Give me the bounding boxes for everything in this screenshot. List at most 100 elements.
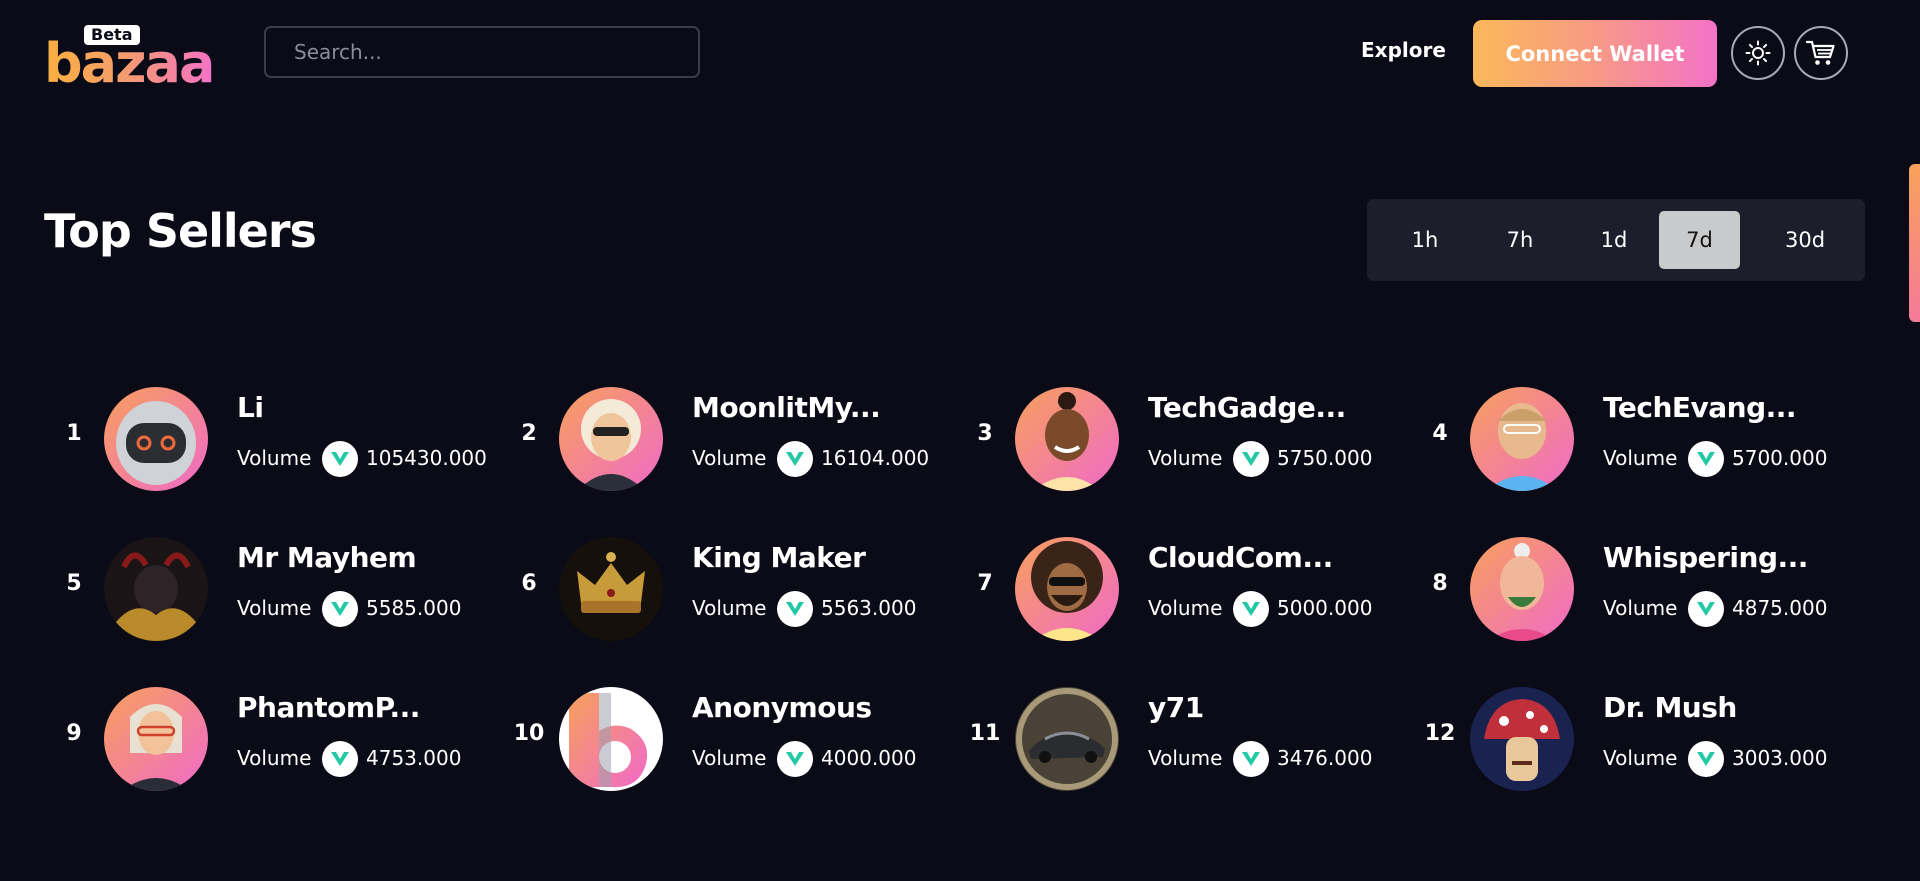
seller-card[interactable]: 1 Li Volume 105430.000 — [44, 385, 487, 495]
seller-name: y71 — [1148, 691, 1204, 724]
volume-label: Volume — [237, 746, 312, 770]
volume-label: Volume — [692, 596, 767, 620]
seller-rank: 6 — [521, 571, 537, 596]
seller-card[interactable]: 2 MoonlitMy... Volume 16104.000 — [499, 385, 939, 495]
seller-name: PhantomP... — [237, 691, 420, 724]
seller-name: CloudCom... — [1148, 541, 1333, 574]
seller-rank: 2 — [521, 421, 537, 446]
seller-card[interactable]: 10 Anonymous Volume 4000.000 — [499, 685, 939, 795]
filter-tab-30d[interactable]: 30d — [1755, 211, 1855, 269]
seller-rank: 9 — [66, 721, 82, 746]
filter-tab-7d[interactable]: 7d — [1659, 211, 1740, 269]
volume-label: Volume — [237, 446, 312, 470]
volume-value: 105430.000 — [366, 446, 487, 470]
beta-badge: Beta — [84, 25, 140, 45]
seller-avatar — [1470, 387, 1574, 491]
token-icon — [322, 441, 358, 477]
bazaa-logo[interactable]: bazaa Beta — [44, 22, 224, 92]
seller-rank: 10 — [513, 721, 545, 746]
token-icon — [1688, 741, 1724, 777]
seller-avatar — [1015, 537, 1119, 641]
volume-label: Volume — [1603, 596, 1678, 620]
time-filter: 1h 7h 1d 7d 30d — [1367, 199, 1865, 281]
seller-card[interactable]: 4 TechEvang... Volume 5700.000 — [1410, 385, 1850, 495]
token-icon — [322, 741, 358, 777]
filter-tab-7h[interactable]: 7h — [1480, 211, 1560, 269]
volume-value: 16104.000 — [821, 446, 930, 470]
seller-rank: 4 — [1432, 421, 1448, 446]
seller-rank: 11 — [969, 721, 1001, 746]
volume-label: Volume — [1603, 446, 1678, 470]
seller-name: MoonlitMy... — [692, 391, 881, 424]
seller-rank: 7 — [977, 571, 993, 596]
volume-value: 5000.000 — [1277, 596, 1373, 620]
volume-label: Volume — [692, 446, 767, 470]
seller-rank: 1 — [66, 421, 82, 446]
seller-avatar — [1015, 687, 1119, 791]
token-icon — [1233, 441, 1269, 477]
seller-card[interactable]: 9 PhantomP... Volume 4753.000 — [44, 685, 484, 795]
token-icon — [777, 441, 813, 477]
token-icon — [777, 741, 813, 777]
seller-avatar — [104, 387, 208, 491]
volume-value: 4875.000 — [1732, 596, 1828, 620]
volume-value: 5700.000 — [1732, 446, 1828, 470]
token-icon — [1233, 591, 1269, 627]
seller-rank: 5 — [66, 571, 82, 596]
volume-label: Volume — [1148, 746, 1223, 770]
volume-label: Volume — [1148, 596, 1223, 620]
seller-avatar — [559, 387, 663, 491]
seller-name: TechEvang... — [1603, 391, 1797, 424]
page-title: Top Sellers — [44, 204, 317, 258]
volume-value: 5750.000 — [1277, 446, 1373, 470]
seller-name: TechGadge... — [1148, 391, 1346, 424]
theme-toggle-button[interactable] — [1731, 26, 1785, 80]
seller-avatar — [1015, 387, 1119, 491]
cart-icon — [1806, 40, 1835, 65]
seller-card[interactable]: 5 Mr Mayhem Volume 5585.000 — [44, 535, 484, 645]
volume-value: 4753.000 — [366, 746, 462, 770]
seller-card[interactable]: 8 Whispering... Volume 4875.000 — [1410, 535, 1850, 645]
explore-link[interactable]: Explore — [1361, 38, 1446, 62]
seller-name: Whispering... — [1603, 541, 1808, 574]
seller-card[interactable]: 6 King Maker Volume 5563.000 — [499, 535, 939, 645]
seller-avatar — [559, 687, 663, 791]
token-icon — [322, 591, 358, 627]
cart-button[interactable] — [1794, 26, 1848, 80]
volume-label: Volume — [237, 596, 312, 620]
seller-name: Li — [237, 391, 264, 424]
seller-card[interactable]: 12 Dr. Mush Volume 3003.000 — [1410, 685, 1850, 795]
seller-card[interactable]: 3 TechGadge... Volume 5750.000 — [955, 385, 1395, 495]
token-icon — [1233, 741, 1269, 777]
seller-avatar — [104, 687, 208, 791]
seller-avatar — [1470, 687, 1574, 791]
volume-value: 3476.000 — [1277, 746, 1373, 770]
seller-rank: 8 — [1432, 571, 1448, 596]
seller-card[interactable]: 7 CloudCom... Volume 5000.000 — [955, 535, 1395, 645]
seller-name: King Maker — [692, 541, 866, 574]
seller-name: Mr Mayhem — [237, 541, 417, 574]
seller-avatar — [559, 537, 663, 641]
seller-rank: 3 — [977, 421, 993, 446]
search-input[interactable] — [264, 26, 700, 78]
token-icon — [1688, 591, 1724, 627]
volume-value: 5563.000 — [821, 596, 917, 620]
volume-label: Volume — [1148, 446, 1223, 470]
page-scrollbar[interactable] — [1909, 164, 1920, 322]
filter-tab-1h[interactable]: 1h — [1385, 211, 1465, 269]
token-icon — [1688, 441, 1724, 477]
connect-wallet-button[interactable]: Connect Wallet — [1473, 20, 1717, 87]
seller-name: Dr. Mush — [1603, 691, 1737, 724]
sun-icon — [1745, 40, 1771, 66]
volume-label: Volume — [1603, 746, 1678, 770]
seller-avatar — [1470, 537, 1574, 641]
filter-tab-1d[interactable]: 1d — [1574, 211, 1654, 269]
seller-name: Anonymous — [692, 691, 872, 724]
volume-label: Volume — [692, 746, 767, 770]
volume-value: 4000.000 — [821, 746, 917, 770]
volume-value: 5585.000 — [366, 596, 462, 620]
token-icon — [777, 591, 813, 627]
volume-value: 3003.000 — [1732, 746, 1828, 770]
seller-avatar — [104, 537, 208, 641]
seller-card[interactable]: 11 y71 Volume 3476.000 — [955, 685, 1395, 795]
